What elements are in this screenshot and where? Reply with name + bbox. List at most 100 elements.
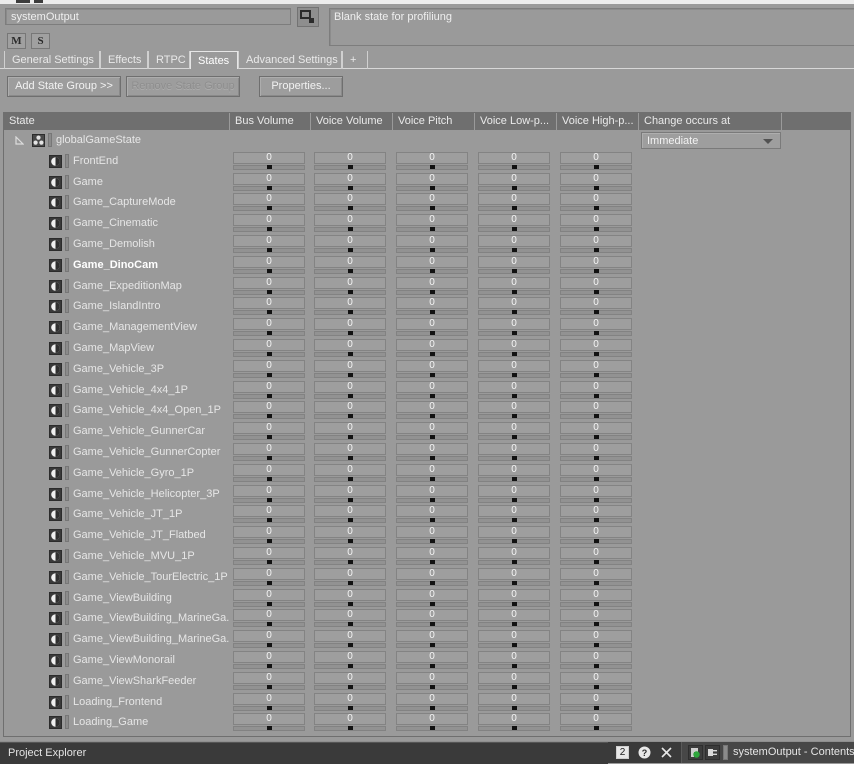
value-slider-handle[interactable]: [347, 372, 353, 377]
value-text[interactable]: 0: [396, 359, 468, 372]
value-text[interactable]: 0: [478, 484, 550, 497]
value-slider-handle[interactable]: [266, 684, 272, 689]
value-slider-handle[interactable]: [511, 518, 517, 523]
value-text[interactable]: 0: [396, 630, 468, 643]
value-text[interactable]: 0: [314, 630, 386, 643]
value-text[interactable]: 0: [314, 567, 386, 580]
value-text[interactable]: 0: [560, 547, 632, 559]
value-text[interactable]: 0: [478, 422, 550, 435]
value-text[interactable]: 0: [396, 276, 468, 289]
state-row[interactable]: Game_ViewSharkFeeder 0 0 0 0 0: [4, 671, 850, 692]
value-slider-handle[interactable]: [593, 268, 599, 273]
value-slider-handle[interactable]: [347, 684, 353, 689]
value-text[interactable]: 0: [560, 401, 632, 414]
state-row[interactable]: Game_MapView 0 0 0 0 0: [4, 338, 850, 359]
value-slider-handle[interactable]: [593, 372, 599, 377]
value-slider-handle[interactable]: [593, 310, 599, 315]
value-text[interactable]: 0: [233, 193, 305, 206]
value-text[interactable]: 0: [478, 443, 550, 455]
value-text[interactable]: 0: [233, 318, 305, 331]
state-row[interactable]: Game_Vehicle_3P 0 0 0 0 0: [4, 359, 850, 380]
state-row[interactable]: Game_ExpeditionMap 0 0 0 0 0: [4, 276, 850, 297]
column-header-voice-lowpass[interactable]: Voice Low-p...: [474, 113, 556, 130]
value-text[interactable]: 0: [314, 713, 386, 726]
value-slider-handle[interactable]: [429, 643, 435, 648]
value-text[interactable]: 0: [478, 172, 550, 185]
value-slider-handle[interactable]: [593, 352, 599, 356]
value-text[interactable]: 0: [314, 463, 386, 476]
value-text[interactable]: 0: [396, 526, 468, 539]
value-text[interactable]: 0: [396, 235, 468, 247]
state-row[interactable]: Game_Cinematic 0 0 0 0 0: [4, 213, 850, 234]
value-slider-handle[interactable]: [429, 476, 435, 481]
state-group-row[interactable]: globalGameState Immediate: [4, 130, 850, 151]
state-row[interactable]: Game_ViewBuilding_MarineGa... 0 0 0 0 0: [4, 608, 850, 629]
value-slider-handle[interactable]: [511, 622, 517, 627]
value-text[interactable]: 0: [233, 255, 305, 268]
value-text[interactable]: 0: [478, 214, 550, 227]
value-text[interactable]: 0: [396, 214, 468, 227]
state-row[interactable]: Game_Vehicle_4x4_Open_1P 0 0 0 0 0: [4, 400, 850, 421]
value-text[interactable]: 0: [478, 276, 550, 289]
value-text[interactable]: 0: [314, 214, 386, 227]
value-slider-handle[interactable]: [429, 726, 435, 731]
value-text[interactable]: 0: [233, 339, 305, 351]
value-text[interactable]: 0: [396, 651, 468, 663]
value-slider-handle[interactable]: [593, 726, 599, 731]
value-text[interactable]: 0: [314, 380, 386, 393]
tab-add-button[interactable]: +: [342, 51, 368, 69]
value-slider-handle[interactable]: [266, 185, 272, 190]
value-slider-handle[interactable]: [511, 164, 517, 169]
toolbar-button-a[interactable]: [16, 0, 30, 3]
value-text[interactable]: 0: [560, 276, 632, 289]
value-slider-handle[interactable]: [347, 164, 353, 169]
value-text[interactable]: 0: [314, 151, 386, 164]
value-slider-handle[interactable]: [593, 580, 599, 585]
value-slider-handle[interactable]: [429, 622, 435, 627]
value-text[interactable]: 0: [560, 297, 632, 310]
state-row[interactable]: Game_ViewBuilding_MarineGa... 0 0 0 0 0: [4, 629, 850, 650]
state-row[interactable]: Loading_Game 0 0 0 0 0: [4, 712, 850, 733]
value-slider-handle[interactable]: [511, 185, 517, 190]
value-text[interactable]: 0: [233, 463, 305, 476]
value-slider-handle[interactable]: [266, 580, 272, 585]
value-slider-handle[interactable]: [347, 414, 353, 419]
value-slider-handle[interactable]: [429, 497, 435, 502]
value-text[interactable]: 0: [314, 339, 386, 351]
value-slider-handle[interactable]: [429, 435, 435, 440]
value-slider-handle[interactable]: [266, 518, 272, 523]
value-slider-handle[interactable]: [511, 206, 517, 211]
value-text[interactable]: 0: [314, 297, 386, 310]
value-slider-handle[interactable]: [266, 622, 272, 627]
value-text[interactable]: 0: [314, 484, 386, 497]
value-slider-handle[interactable]: [511, 310, 517, 315]
value-text[interactable]: 0: [396, 609, 468, 622]
value-text[interactable]: 0: [478, 255, 550, 268]
value-slider-handle[interactable]: [266, 726, 272, 731]
value-slider-handle[interactable]: [593, 456, 599, 460]
grid-body[interactable]: globalGameState Immediate FrontEnd 0 0 0 0 0 Gam…: [4, 130, 850, 736]
value-slider-handle[interactable]: [429, 206, 435, 211]
value-slider-handle[interactable]: [347, 622, 353, 627]
value-slider-handle[interactable]: [593, 539, 599, 544]
value-slider-handle[interactable]: [511, 705, 517, 710]
column-header-state[interactable]: State: [4, 113, 229, 130]
value-slider-handle[interactable]: [347, 352, 353, 356]
value-slider-handle[interactable]: [266, 372, 272, 377]
value-text[interactable]: 0: [396, 463, 468, 476]
value-slider-handle[interactable]: [266, 206, 272, 211]
state-row[interactable]: Game_Vehicle_MVU_1P 0 0 0 0 0: [4, 546, 850, 567]
value-text[interactable]: 0: [560, 443, 632, 455]
value-slider-handle[interactable]: [429, 539, 435, 544]
value-text[interactable]: 0: [314, 193, 386, 206]
state-row[interactable]: Game_IslandIntro 0 0 0 0 0: [4, 296, 850, 317]
value-text[interactable]: 0: [478, 339, 550, 351]
value-slider-handle[interactable]: [266, 164, 272, 169]
value-slider-handle[interactable]: [347, 601, 353, 606]
value-slider-handle[interactable]: [593, 684, 599, 689]
value-text[interactable]: 0: [396, 713, 468, 726]
value-text[interactable]: 0: [233, 671, 305, 684]
state-row[interactable]: Game_Vehicle_JT_1P 0 0 0 0 0: [4, 504, 850, 525]
value-slider-handle[interactable]: [593, 622, 599, 627]
value-text[interactable]: 0: [233, 214, 305, 227]
